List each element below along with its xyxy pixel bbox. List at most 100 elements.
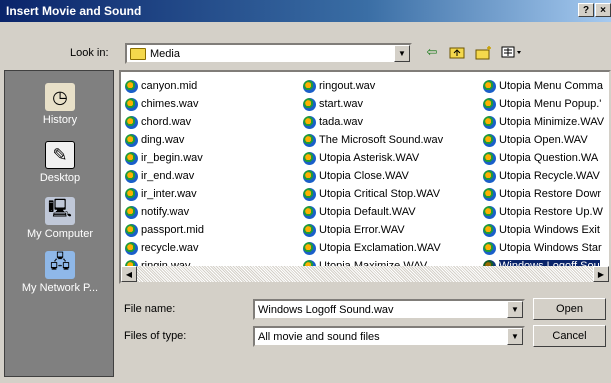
file-name: Utopia Critical Stop.WAV: [319, 188, 441, 200]
file-item[interactable]: Utopia Open.WAV: [483, 131, 606, 149]
media-file-icon: [303, 79, 316, 93]
media-file-icon: [303, 151, 316, 165]
file-name: ringout.wav: [319, 80, 376, 92]
file-name: Utopia Error.WAV: [319, 224, 405, 236]
media-file-icon: [125, 169, 138, 183]
network-icon: 🖧: [45, 251, 75, 279]
file-item[interactable]: Utopia Windows Exit: [483, 221, 606, 239]
place-desktop[interactable]: ✎ Desktop: [5, 141, 115, 184]
horizontal-scrollbar[interactable]: ◀ ▶: [121, 266, 609, 282]
file-item[interactable]: ir_begin.wav: [125, 149, 206, 167]
computer-icon: 🖳: [45, 197, 75, 225]
chevron-down-icon[interactable]: ▼: [507, 301, 523, 318]
file-name: Utopia Restore Dowr: [499, 188, 602, 200]
file-name: ir_begin.wav: [141, 152, 203, 164]
file-name: ding.wav: [141, 134, 185, 146]
media-file-icon: [125, 241, 138, 255]
media-file-icon: [303, 223, 316, 237]
media-file-icon: [303, 241, 316, 255]
file-name: recycle.wav: [141, 242, 199, 254]
cancel-button[interactable]: Cancel: [533, 325, 606, 347]
file-name: Utopia Menu Comma: [499, 80, 603, 92]
media-file-icon: [303, 97, 316, 111]
media-file-icon: [125, 97, 138, 111]
media-file-icon: [303, 187, 316, 201]
file-item[interactable]: Utopia Windows Star: [483, 239, 606, 257]
file-item[interactable]: Utopia Restore Up.W: [483, 203, 606, 221]
filename-label: File name:: [124, 303, 176, 315]
file-item[interactable]: Utopia Default.WAV: [303, 203, 445, 221]
file-item[interactable]: notify.wav: [125, 203, 206, 221]
close-button[interactable]: ×: [595, 3, 611, 17]
file-item[interactable]: Utopia Error.WAV: [303, 221, 445, 239]
media-file-icon: [483, 151, 496, 165]
up-folder-icon[interactable]: [448, 44, 466, 60]
file-name: Utopia Windows Star: [499, 242, 602, 254]
file-item[interactable]: passport.mid: [125, 221, 206, 239]
scroll-right-button[interactable]: ▶: [593, 266, 609, 282]
file-name: Utopia Minimize.WAV: [499, 116, 605, 128]
media-file-icon: [303, 169, 316, 183]
filename-value: Windows Logoff Sound.wav: [258, 303, 394, 316]
look-in-value: Media: [150, 47, 180, 60]
file-item[interactable]: Utopia Asterisk.WAV: [303, 149, 445, 167]
file-item[interactable]: chimes.wav: [125, 95, 206, 113]
file-item[interactable]: ir_inter.wav: [125, 185, 206, 203]
file-name: Utopia Exclamation.WAV: [319, 242, 441, 254]
file-item[interactable]: ringout.wav: [303, 77, 445, 95]
file-item[interactable]: Utopia Exclamation.WAV: [303, 239, 445, 257]
media-file-icon: [303, 205, 316, 219]
media-file-icon: [483, 187, 496, 201]
place-history[interactable]: ◷ History: [5, 83, 115, 126]
scroll-left-button[interactable]: ◀: [121, 266, 137, 282]
media-file-icon: [483, 223, 496, 237]
filetype-select[interactable]: All movie and sound files ▼: [253, 326, 525, 347]
file-item[interactable]: start.wav: [303, 95, 445, 113]
file-item[interactable]: recycle.wav: [125, 239, 206, 257]
open-button[interactable]: Open: [533, 298, 606, 320]
file-item[interactable]: The Microsoft Sound.wav: [303, 131, 445, 149]
new-folder-icon[interactable]: [475, 44, 493, 60]
media-file-icon: [125, 223, 138, 237]
file-item[interactable]: Utopia Minimize.WAV: [483, 113, 606, 131]
filetype-value: All movie and sound files: [258, 330, 380, 343]
file-name: Utopia Open.WAV: [499, 134, 588, 146]
file-item[interactable]: canyon.mid: [125, 77, 206, 95]
views-menu-icon[interactable]: [500, 44, 524, 60]
file-item[interactable]: tada.wav: [303, 113, 445, 131]
help-button[interactable]: ?: [578, 3, 594, 17]
media-file-icon: [483, 97, 496, 111]
chevron-down-icon[interactable]: ▼: [507, 328, 523, 345]
media-file-icon: [483, 115, 496, 129]
file-column-1: canyon.mid chimes.wav chord.wav ding.wav ir_…: [125, 77, 206, 275]
file-name: The Microsoft Sound.wav: [319, 134, 444, 146]
file-item[interactable]: Utopia Menu Comma: [483, 77, 606, 95]
file-item[interactable]: Utopia Question.WA: [483, 149, 606, 167]
file-item[interactable]: Utopia Critical Stop.WAV: [303, 185, 445, 203]
filename-field[interactable]: Windows Logoff Sound.wav ▼: [253, 299, 525, 320]
place-my-computer[interactable]: 🖳 My Computer: [5, 197, 115, 240]
back-icon[interactable]: ⇦: [423, 44, 441, 60]
file-item[interactable]: Utopia Recycle.WAV: [483, 167, 606, 185]
file-name: canyon.mid: [141, 80, 198, 92]
places-bar: ◷ History ✎ Desktop 🖳 My Computer 🖧 My N…: [4, 70, 114, 377]
file-item[interactable]: chord.wav: [125, 113, 206, 131]
look-in-combobox[interactable]: Media ▼: [125, 43, 412, 64]
look-in-label: Look in:: [70, 47, 109, 59]
file-name: start.wav: [319, 98, 364, 110]
file-name: Utopia Question.WA: [499, 152, 599, 164]
file-item[interactable]: ding.wav: [125, 131, 206, 149]
file-list[interactable]: canyon.mid chimes.wav chord.wav ding.wav ir_…: [119, 70, 611, 284]
file-name: ir_inter.wav: [141, 188, 197, 200]
place-network[interactable]: 🖧 My Network P...: [5, 251, 115, 294]
file-name: Utopia Default.WAV: [319, 206, 416, 218]
file-item[interactable]: Utopia Restore Dowr: [483, 185, 606, 203]
chevron-down-icon[interactable]: ▼: [394, 45, 410, 62]
file-item[interactable]: ir_end.wav: [125, 167, 206, 185]
media-file-icon: [483, 79, 496, 93]
file-column-2: ringout.wav start.wav tada.wav The Microsof…: [303, 77, 445, 275]
media-file-icon: [483, 169, 496, 183]
media-file-icon: [125, 133, 138, 147]
file-item[interactable]: Utopia Menu Popup.': [483, 95, 606, 113]
file-item[interactable]: Utopia Close.WAV: [303, 167, 445, 185]
